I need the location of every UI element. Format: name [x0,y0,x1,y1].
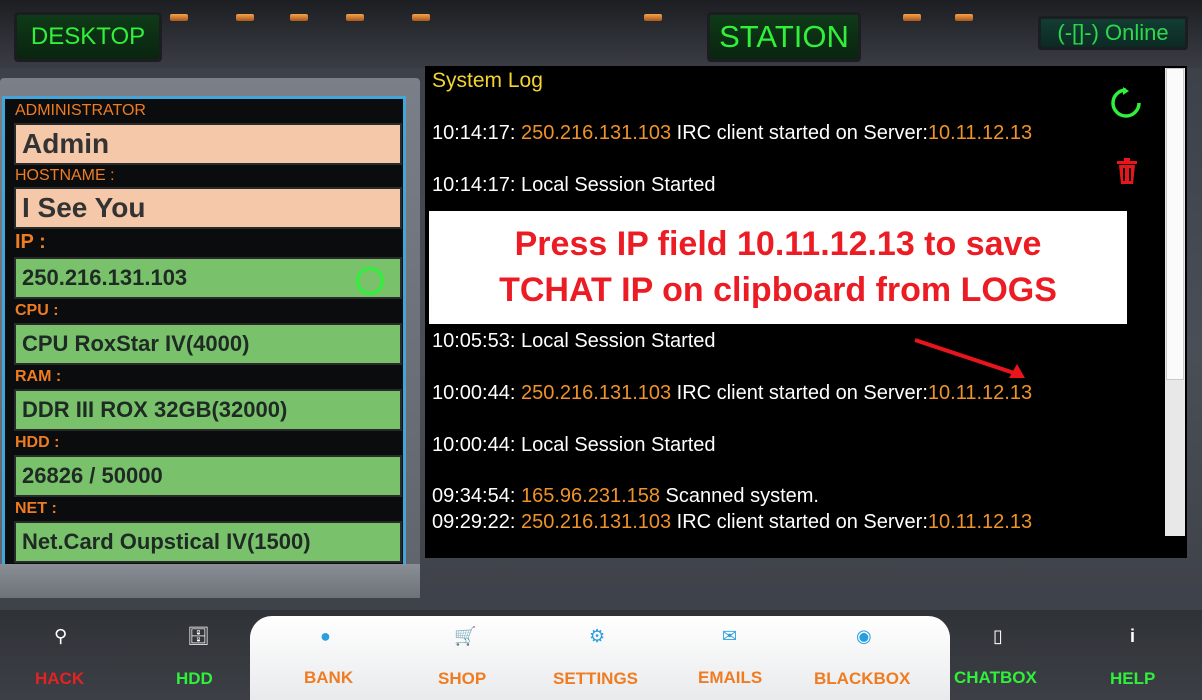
nav-chatbox[interactable]: CHATBOX [954,668,1037,688]
top-bar: DESKTOP STATION (-[]-) Online [0,0,1202,68]
log-time: 10:05:53: [432,330,521,352]
indicator-light [236,14,254,21]
hostname-field[interactable]: I See You [14,187,402,229]
panel-footer [0,564,420,598]
indicator-light [346,14,364,21]
info-icon[interactable]: i [1130,626,1135,647]
indicator-light [644,14,662,21]
log-text: Scanned system. [660,485,819,507]
tip-banner-line: TCHAT IP on clipboard from LOGS [499,271,1057,309]
log-scrollbar[interactable] [1165,68,1185,536]
cpu-field[interactable]: CPU RoxStar IV(4000) [14,323,402,365]
cart-icon[interactable]: 🛒 [454,626,476,647]
phone-icon[interactable]: ▯ [993,626,1003,647]
trash-icon[interactable] [1115,158,1139,184]
bank-icon[interactable]: ● [320,626,331,647]
log-time: 10:00:44: [432,382,521,404]
log-title: System Log [432,69,543,92]
nav-blackbox[interactable]: BLACKBOX [814,669,910,689]
nav-help[interactable]: HELP [1110,669,1155,689]
indicator-light [170,14,188,21]
hdd-label: HDD : [15,434,60,451]
key-icon[interactable]: ⚲ [54,626,67,647]
system-log-panel: System Log 10:14:17: 250.216.131.103 IRC… [425,66,1187,558]
log-time: 10:14:17: [432,122,521,144]
log-text: Local Session Started [520,330,716,352]
hdd-field[interactable]: 26826 / 50000 [14,455,402,497]
hostname-label: HOSTNAME : [15,167,115,184]
log-line: 10:00:44: Local Session Started [432,434,716,457]
profile-inner: ADMINISTRATOR Admin HOSTNAME : I See You… [2,96,406,576]
status-ring-icon [356,267,384,295]
log-line: 09:34:54: 165.96.231.158 Scanned system. [432,485,819,508]
log-time: 09:34:54: [432,485,521,507]
tip-banner-line: Press IP field 10.11.12.13 to save [514,225,1042,263]
indicator-light [412,14,430,21]
tip-banner: Press IP field 10.11.12.13 to save TCHAT… [429,211,1127,324]
desktop-button[interactable]: DESKTOP [14,12,162,62]
admin-field[interactable]: Admin [14,123,402,165]
hdd-icon[interactable]: 🗄 [187,626,210,647]
log-line: 09:29:22: 250.216.131.103 IRC client sta… [432,511,1032,534]
nav-emails[interactable]: EMAILS [698,668,762,688]
ip-field[interactable]: 250.216.131.103 [14,257,402,299]
log-time: 10:14:17: [432,174,521,196]
ram-field[interactable]: DDR III ROX 32GB(32000) [14,389,402,431]
nav-settings[interactable]: SETTINGS [553,669,638,689]
log-time: 10:00:44: [432,434,521,456]
station-button[interactable]: STATION [707,12,861,62]
net-field[interactable]: Net.Card Oupstical IV(1500) [14,521,402,563]
cpu-label: CPU : [15,302,59,319]
log-line: 10:14:17: 250.216.131.103 IRC client sta… [432,122,1032,145]
refresh-icon[interactable] [1109,86,1143,120]
log-ip[interactable]: 250.216.131.103 [521,382,671,404]
pointer-arrow-icon [914,338,1025,378]
envelope-icon[interactable]: ✉ [722,626,737,647]
log-scrollbar-thumb[interactable] [1166,68,1184,380]
log-text: Local Session Started [520,434,716,456]
log-text: IRC client started on Server: [671,511,928,533]
log-ip[interactable]: 250.216.131.103 [521,511,671,533]
ip-value: 250.216.131.103 [22,265,188,290]
nav-bank[interactable]: BANK [304,668,353,688]
ram-label: RAM : [15,368,62,385]
log-ip[interactable]: 250.216.131.103 [521,122,671,144]
nav-hack[interactable]: HACK [35,669,84,689]
log-server-ip[interactable]: 10.11.12.13 [928,122,1032,144]
profile-panel: ADMINISTRATOR Admin HOSTNAME : I See You… [0,78,420,598]
net-label: NET : [15,500,57,517]
log-ip[interactable]: 165.96.231.158 [521,485,660,507]
log-text: Local Session Started [520,174,716,196]
log-text: IRC client started on Server: [671,122,928,144]
indicator-light [955,14,973,21]
log-time: 09:29:22: [432,511,521,533]
ip-label: IP : [15,231,46,253]
admin-label: ADMINISTRATOR [15,102,146,119]
nav-shop[interactable]: SHOP [438,669,486,689]
indicator-light [903,14,921,21]
log-line: 10:05:53: Local Session Started [432,330,716,353]
log-server-ip[interactable]: 10.11.12.13 [928,511,1032,533]
nav-hdd[interactable]: HDD [176,669,213,689]
online-status-button[interactable]: (-[]-) Online [1038,16,1188,50]
blackbox-icon[interactable]: ◉ [856,626,872,647]
log-text: IRC client started on Server: [671,382,928,404]
log-line: 10:14:17: Local Session Started [432,174,716,197]
gear-icon[interactable]: ⚙ [589,626,605,647]
indicator-light [290,14,308,21]
